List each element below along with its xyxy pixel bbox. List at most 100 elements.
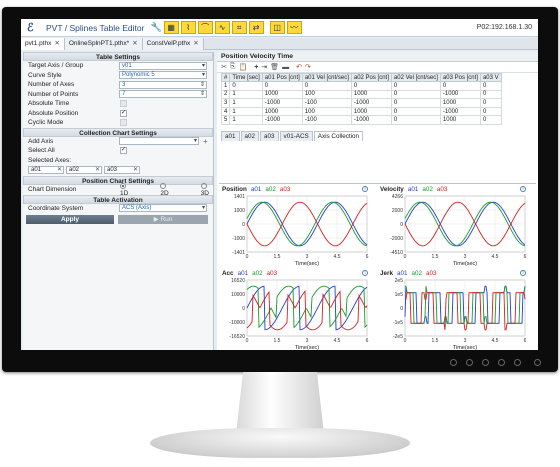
- insert-row-icon[interactable]: ⇥: [261, 63, 267, 71]
- paste-icon[interactable]: 📋: [238, 63, 247, 71]
- column-header[interactable]: a01 Vel [cnt/sec]: [301, 73, 352, 82]
- table-row[interactable]: 3 1 -1000 -100 -1000 0 1000 0: [220, 98, 502, 108]
- add-row-icon[interactable]: +: [254, 64, 258, 71]
- file-tab[interactable]: ConstVelP.pthx ✕: [142, 38, 204, 50]
- add-axis-select[interactable]: ▾: [119, 137, 199, 146]
- table-cell[interactable]: 2: [220, 89, 231, 100]
- plot-tab[interactable]: v01-ACS: [279, 130, 313, 141]
- table-cell[interactable]: -1000: [261, 115, 303, 125]
- absolute-position-checkbox[interactable]: ✓: [120, 109, 127, 117]
- table-row[interactable]: 4 1 1000 100 1000 0 -1000 0: [220, 106, 502, 117]
- close-icon[interactable]: ✕: [132, 40, 137, 47]
- table-cell[interactable]: -1000: [350, 115, 392, 125]
- spline-chart-button[interactable]: ⌒: [197, 21, 213, 34]
- redo-icon[interactable]: ↷: [305, 63, 311, 71]
- plus-icon[interactable]: +: [203, 137, 208, 146]
- axis-chip[interactable]: a03 ✕: [104, 166, 140, 174]
- table-row[interactable]: 10000000: [220, 81, 502, 91]
- monitor-button-icon[interactable]: [466, 359, 473, 366]
- run-button-disabled[interactable]: ▶ Run: [118, 215, 208, 224]
- table-cell[interactable]: 0: [390, 89, 441, 100]
- monitor-button-icon[interactable]: [482, 359, 489, 366]
- monitor-button-icon[interactable]: [514, 359, 521, 366]
- table-cell[interactable]: 0: [390, 106, 441, 117]
- table-cell[interactable]: 3: [220, 98, 231, 108]
- column-header[interactable]: a03 Pos [cnt]: [439, 73, 481, 82]
- cyclic-mode-checkbox[interactable]: [120, 119, 127, 127]
- table-cell[interactable]: 0: [350, 81, 392, 91]
- table-cell[interactable]: 0: [479, 81, 502, 91]
- table-cell[interactable]: -1000: [350, 98, 392, 108]
- table-cell[interactable]: -1000: [261, 98, 303, 108]
- run-button[interactable]: ⇄: [248, 21, 264, 34]
- table-cell[interactable]: -1000: [439, 106, 481, 117]
- plot-tab[interactable]: Axis Collection: [313, 130, 364, 141]
- table-cell[interactable]: 0: [479, 115, 502, 125]
- radio-3d[interactable]: 3D: [200, 183, 213, 197]
- column-header[interactable]: a03 V: [479, 73, 502, 82]
- table-cell[interactable]: 1000: [350, 106, 392, 117]
- coord-system-select[interactable]: ACS (Axis) ▾: [119, 204, 207, 213]
- select-all-checkbox[interactable]: ✓: [120, 147, 127, 155]
- table-row[interactable]: 2 1 1000 100 1000 0 -1000 0: [220, 89, 502, 100]
- table-cell[interactable]: 1000: [439, 98, 481, 108]
- plot-tab[interactable]: a01: [221, 130, 240, 141]
- table-cell[interactable]: 1: [229, 115, 263, 125]
- absolute-time-checkbox[interactable]: [120, 100, 127, 108]
- file-tab[interactable]: pvt1.pthx ✕: [21, 38, 65, 50]
- column-header[interactable]: a02 Pos [cnt]: [350, 73, 392, 82]
- table-cell[interactable]: 1000: [261, 89, 303, 100]
- column-header[interactable]: #: [220, 73, 231, 82]
- table-view-button[interactable]: ▦: [163, 21, 179, 34]
- split-view-button[interactable]: ◫: [269, 21, 285, 34]
- file-tab[interactable]: OnlineSplnPT1.pthx* ✕: [64, 38, 143, 50]
- table-cell[interactable]: 0: [261, 81, 303, 91]
- close-icon[interactable]: ✕: [193, 40, 198, 47]
- plot-tab[interactable]: a03: [260, 130, 279, 141]
- table-cell[interactable]: 1000: [439, 115, 481, 125]
- table-cell[interactable]: -100: [301, 115, 352, 125]
- table-cell[interactable]: 0: [439, 81, 481, 91]
- table-cell[interactable]: 0: [229, 81, 263, 91]
- column-header[interactable]: a02 Vel [cnt/sec]: [390, 73, 441, 82]
- curve-style-select[interactable]: Polynomic 5 ▾: [119, 71, 207, 80]
- undo-icon[interactable]: ↶: [296, 63, 302, 71]
- table-cell[interactable]: 100: [301, 106, 352, 117]
- table-cell[interactable]: 5: [220, 115, 231, 125]
- cut-icon[interactable]: ✂: [221, 63, 227, 71]
- table-cell[interactable]: 0: [390, 98, 441, 108]
- copy-icon[interactable]: ⎘: [230, 63, 236, 71]
- delete-row-icon[interactable]: 🗑: [270, 63, 279, 71]
- velocity-chart-button[interactable]: ∿: [214, 21, 230, 34]
- wave-button[interactable]: 〰: [286, 21, 302, 34]
- table-cell[interactable]: 1000: [350, 89, 392, 100]
- close-icon[interactable]: ✕: [54, 40, 59, 47]
- num-axes-stepper[interactable]: 3 ⇕: [119, 80, 207, 89]
- column-header[interactable]: Time [sec]: [229, 73, 263, 82]
- apply-button[interactable]: Apply: [26, 215, 114, 224]
- table-cell[interactable]: -100: [301, 98, 352, 108]
- column-header[interactable]: a01 Pos [cnt]: [261, 73, 303, 82]
- table-cell[interactable]: 1: [229, 98, 263, 108]
- table-cell[interactable]: 0: [390, 81, 441, 91]
- axis-chip[interactable]: a02 ✕: [66, 166, 102, 174]
- radio-1d[interactable]: 1D: [120, 183, 132, 197]
- table-cell[interactable]: 4: [220, 106, 231, 117]
- radio-2d[interactable]: 2D: [160, 183, 172, 197]
- axis-chip[interactable]: a01 ✕: [28, 166, 64, 174]
- table-cell[interactable]: 0: [479, 98, 502, 108]
- monitor-button-icon[interactable]: [498, 359, 505, 366]
- table-cell[interactable]: 1: [229, 89, 263, 100]
- table-cell[interactable]: 1: [229, 106, 263, 117]
- table-cell[interactable]: -1000: [439, 89, 481, 100]
- table-cell[interactable]: 0: [390, 115, 441, 125]
- table-cell[interactable]: 1000: [261, 106, 303, 117]
- power-button-icon[interactable]: [534, 359, 541, 366]
- collection-button[interactable]: ⌗: [231, 21, 247, 34]
- table-cell[interactable]: 0: [479, 89, 502, 100]
- monitor-button-icon[interactable]: [450, 359, 457, 366]
- clear-icon[interactable]: ▬: [282, 64, 289, 71]
- target-axis-select[interactable]: v01 ▾: [119, 61, 207, 70]
- table-cell[interactable]: 1: [220, 81, 231, 91]
- table-cell[interactable]: 0: [479, 106, 502, 117]
